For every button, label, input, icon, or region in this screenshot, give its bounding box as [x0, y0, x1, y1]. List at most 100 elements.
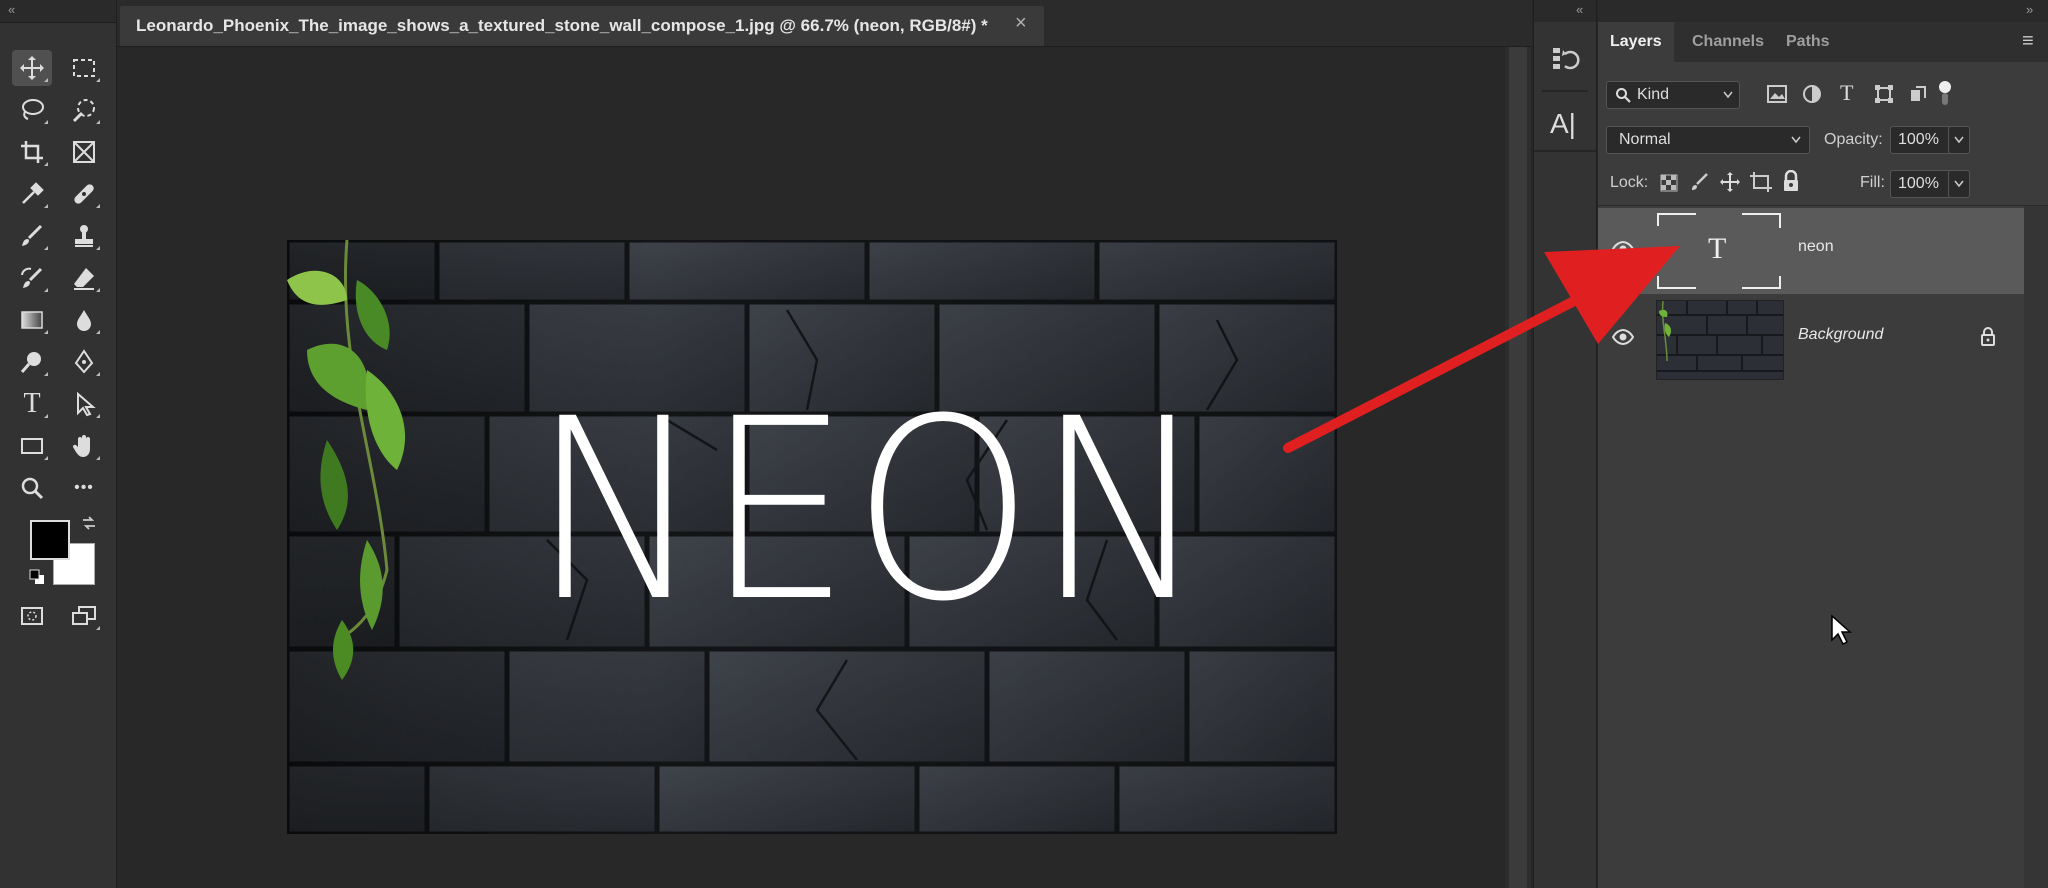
history-brush-icon	[21, 267, 43, 288]
lock-image-pixels-icon[interactable]	[1690, 172, 1710, 192]
lock-all-icon[interactable]	[1782, 170, 1800, 192]
layers-scrollbar[interactable]	[2024, 206, 2048, 888]
mouse-cursor-icon	[1831, 614, 1852, 646]
healing-brush-tool-button[interactable]	[64, 176, 104, 212]
layer-name[interactable]: Background	[1798, 326, 1883, 344]
opacity-dropdown[interactable]	[1948, 126, 1970, 154]
fill-dropdown[interactable]	[1948, 170, 1970, 198]
dock-grip[interactable]: «	[1534, 0, 1596, 22]
gradient-icon	[21, 311, 43, 329]
dodge-tool-button[interactable]	[12, 344, 52, 380]
vertical-scrollbar[interactable]	[1505, 47, 1531, 888]
lock-transparent-pixels-icon[interactable]	[1660, 174, 1678, 192]
crop-tool-button[interactable]	[12, 134, 52, 170]
document-image[interactable]: NEON	[287, 240, 1337, 834]
chevron-down-icon	[1791, 136, 1801, 144]
blur-tool-button[interactable]	[64, 302, 104, 338]
panel-grip[interactable]: »	[1598, 0, 2048, 23]
document-tab[interactable]: Leonardo_Phoenix_The_image_shows_a_textu…	[120, 6, 1044, 46]
opacity-input[interactable]: 100%	[1890, 126, 1952, 154]
scrollbar-thumb[interactable]	[1509, 47, 1527, 888]
pen-tool-button[interactable]	[64, 344, 104, 380]
type-layer-filter-icon[interactable]: T	[1840, 80, 1853, 106]
frame-icon	[73, 141, 95, 163]
adjustment-layer-filter-icon[interactable]	[1802, 84, 1822, 104]
screen-mode-button[interactable]	[64, 598, 104, 634]
more-icon: •••	[74, 479, 94, 496]
eraser-icon	[74, 268, 94, 290]
chevron-down-icon	[1723, 91, 1733, 99]
chevron-down-icon	[1954, 180, 1964, 188]
filter-toggle-icon[interactable]	[1938, 80, 1952, 106]
pixel-layer-filter-icon[interactable]	[1766, 84, 1788, 104]
fill-label: Fill:	[1860, 174, 1885, 191]
clone-stamp-tool-button[interactable]	[64, 218, 104, 254]
type-icon: T	[23, 388, 41, 419]
collapse-icon[interactable]: »	[2026, 2, 2033, 17]
foreground-color-swatch[interactable]	[30, 520, 70, 560]
swap-colors-icon[interactable]	[80, 514, 98, 532]
lasso-icon	[22, 99, 44, 120]
rectangle-tool-button[interactable]	[12, 428, 52, 464]
frame-tool-button[interactable]	[64, 134, 104, 170]
crop-icon	[21, 141, 43, 163]
drop-icon	[77, 310, 91, 331]
quick-select-icon	[72, 99, 95, 123]
fill-value: 100%	[1898, 175, 1939, 192]
quick-mask-button[interactable]	[12, 598, 52, 634]
brush-icon	[22, 224, 43, 246]
document-title: Leonardo_Phoenix_The_image_shows_a_textu…	[136, 16, 988, 35]
filter-kind-select[interactable]: Kind	[1606, 81, 1740, 109]
tab-channels[interactable]: Channels	[1680, 22, 1776, 62]
history-brush-tool-button[interactable]	[12, 260, 52, 296]
tools-panel: « T •••	[0, 0, 117, 888]
pen-icon	[74, 349, 94, 374]
fill-input[interactable]: 100%	[1890, 170, 1952, 198]
lock-artboard-icon[interactable]	[1750, 172, 1772, 192]
tab-layers[interactable]: Layers	[1598, 22, 1674, 62]
collapse-icon[interactable]: «	[1576, 2, 1583, 17]
panel-menu-icon[interactable]: ≡	[2022, 30, 2034, 53]
eraser-tool-button[interactable]	[64, 260, 104, 296]
opacity-label: Opacity:	[1824, 131, 1883, 148]
character-panel-icon[interactable]: A|	[1550, 108, 1576, 140]
filter-kind-label: Kind	[1637, 86, 1670, 103]
more-tools-button[interactable]: •••	[64, 470, 104, 506]
arrow-cursor-icon	[77, 391, 96, 417]
chevron-down-icon	[1954, 136, 1964, 144]
marquee-tool-button[interactable]	[64, 50, 104, 86]
history-panel-icon[interactable]	[1549, 44, 1581, 76]
move-icon	[20, 56, 44, 80]
collapse-icon[interactable]: «	[8, 2, 15, 17]
lasso-tool-button[interactable]	[12, 92, 52, 128]
brush-tool-button[interactable]	[12, 218, 52, 254]
type-layer-icon: T	[1708, 232, 1727, 265]
type-tool-button[interactable]: T	[12, 386, 52, 422]
eyedropper-tool-button[interactable]	[12, 176, 52, 212]
eyedropper-icon	[22, 182, 44, 204]
layer-name[interactable]: neon	[1798, 238, 1834, 256]
screen-mode-icon	[72, 606, 96, 625]
annotation-arrow	[1283, 246, 1680, 453]
close-document-icon[interactable]: ×	[1015, 12, 1027, 35]
toolbar-grip[interactable]: «	[0, 0, 116, 23]
panel-tabs: Layers Channels Paths ≡	[1598, 22, 2048, 62]
lock-position-icon[interactable]	[1720, 172, 1740, 192]
hand-tool-button[interactable]	[64, 428, 104, 464]
stamp-icon	[75, 225, 93, 247]
smart-object-filter-icon[interactable]	[1908, 84, 1928, 104]
quick-mask-icon	[21, 607, 43, 625]
search-icon	[1616, 88, 1631, 103]
move-tool-button[interactable]	[12, 50, 52, 86]
layer-lock-icon	[1981, 327, 1995, 346]
path-selection-tool-button[interactable]	[64, 386, 104, 422]
gradient-tool-button[interactable]	[12, 302, 52, 338]
rectangle-icon	[21, 438, 43, 454]
quick-select-tool-button[interactable]	[64, 92, 104, 128]
shape-layer-filter-icon[interactable]	[1874, 84, 1894, 104]
canvas-neon-text[interactable]: NEON	[531, 386, 1207, 636]
tab-paths[interactable]: Paths	[1774, 22, 1842, 62]
default-colors-icon[interactable]	[28, 568, 46, 586]
zoom-tool-button[interactable]	[12, 470, 52, 506]
blend-mode-select[interactable]: Normal	[1606, 126, 1810, 154]
